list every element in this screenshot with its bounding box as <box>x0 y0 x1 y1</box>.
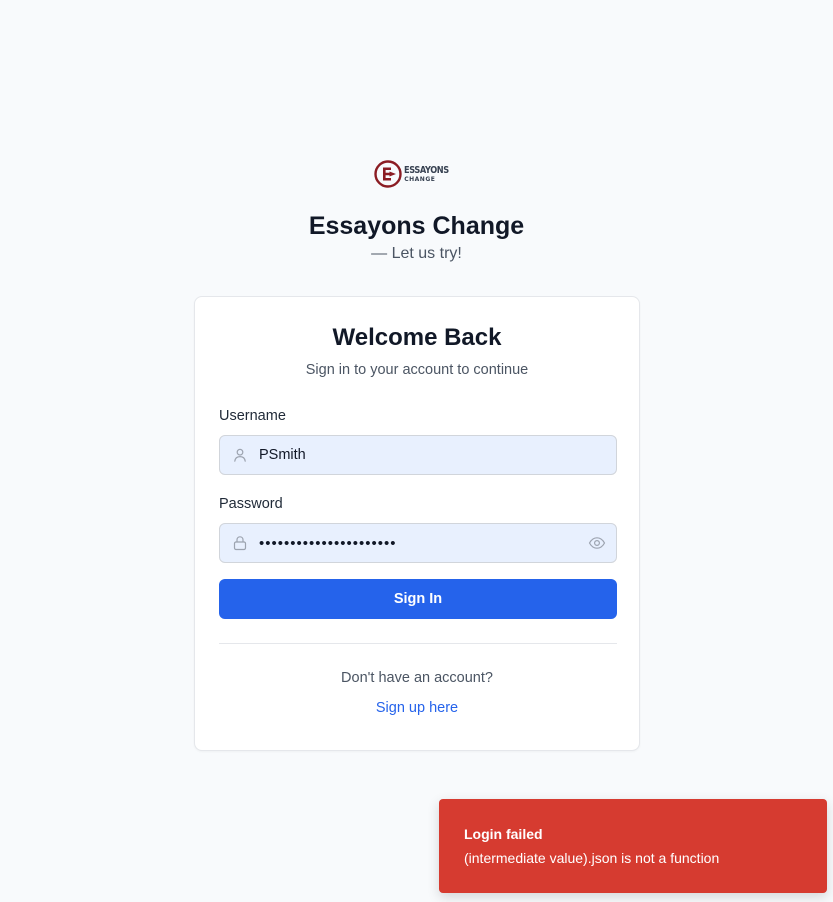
essayons-logo-icon <box>374 160 402 188</box>
password-label: Password <box>219 496 283 512</box>
sign-in-button[interactable]: Sign In <box>219 579 617 619</box>
card-title: Welcome Back <box>332 324 502 351</box>
toast-message: (intermediate value).json is not a funct… <box>464 850 720 866</box>
toast-title: Login failed <box>464 826 543 842</box>
sign-up-link[interactable]: Sign up here <box>195 698 639 718</box>
username-label: Username <box>219 408 286 424</box>
eye-icon[interactable] <box>588 534 606 552</box>
username-input[interactable] <box>259 436 579 474</box>
username-field-wrapper <box>219 435 617 475</box>
app-tagline: — Let us try! <box>371 245 462 262</box>
logo-line-2: CHANGE <box>404 175 436 183</box>
no-account-text: Don't have an account? <box>341 670 493 686</box>
error-toast[interactable]: Login failed (intermediate value).json i… <box>439 799 827 893</box>
divider <box>219 643 617 644</box>
password-input[interactable] <box>259 524 579 562</box>
brand-header: ESSAYONS CHANGE Essayons Change — Let us… <box>0 157 833 265</box>
password-field-wrapper <box>219 523 617 563</box>
card-subtitle: Sign in to your account to continue <box>305 362 529 378</box>
logo-line-1: ESSAYONS <box>404 164 449 176</box>
login-card: Welcome Back Sign in to your account to … <box>194 296 640 751</box>
lock-icon <box>233 536 247 551</box>
logo: ESSAYONS CHANGE <box>374 157 459 191</box>
logo-text: ESSAYONS CHANGE <box>404 164 459 183</box>
app-title: Essayons Change <box>308 212 525 240</box>
user-icon <box>234 448 246 462</box>
